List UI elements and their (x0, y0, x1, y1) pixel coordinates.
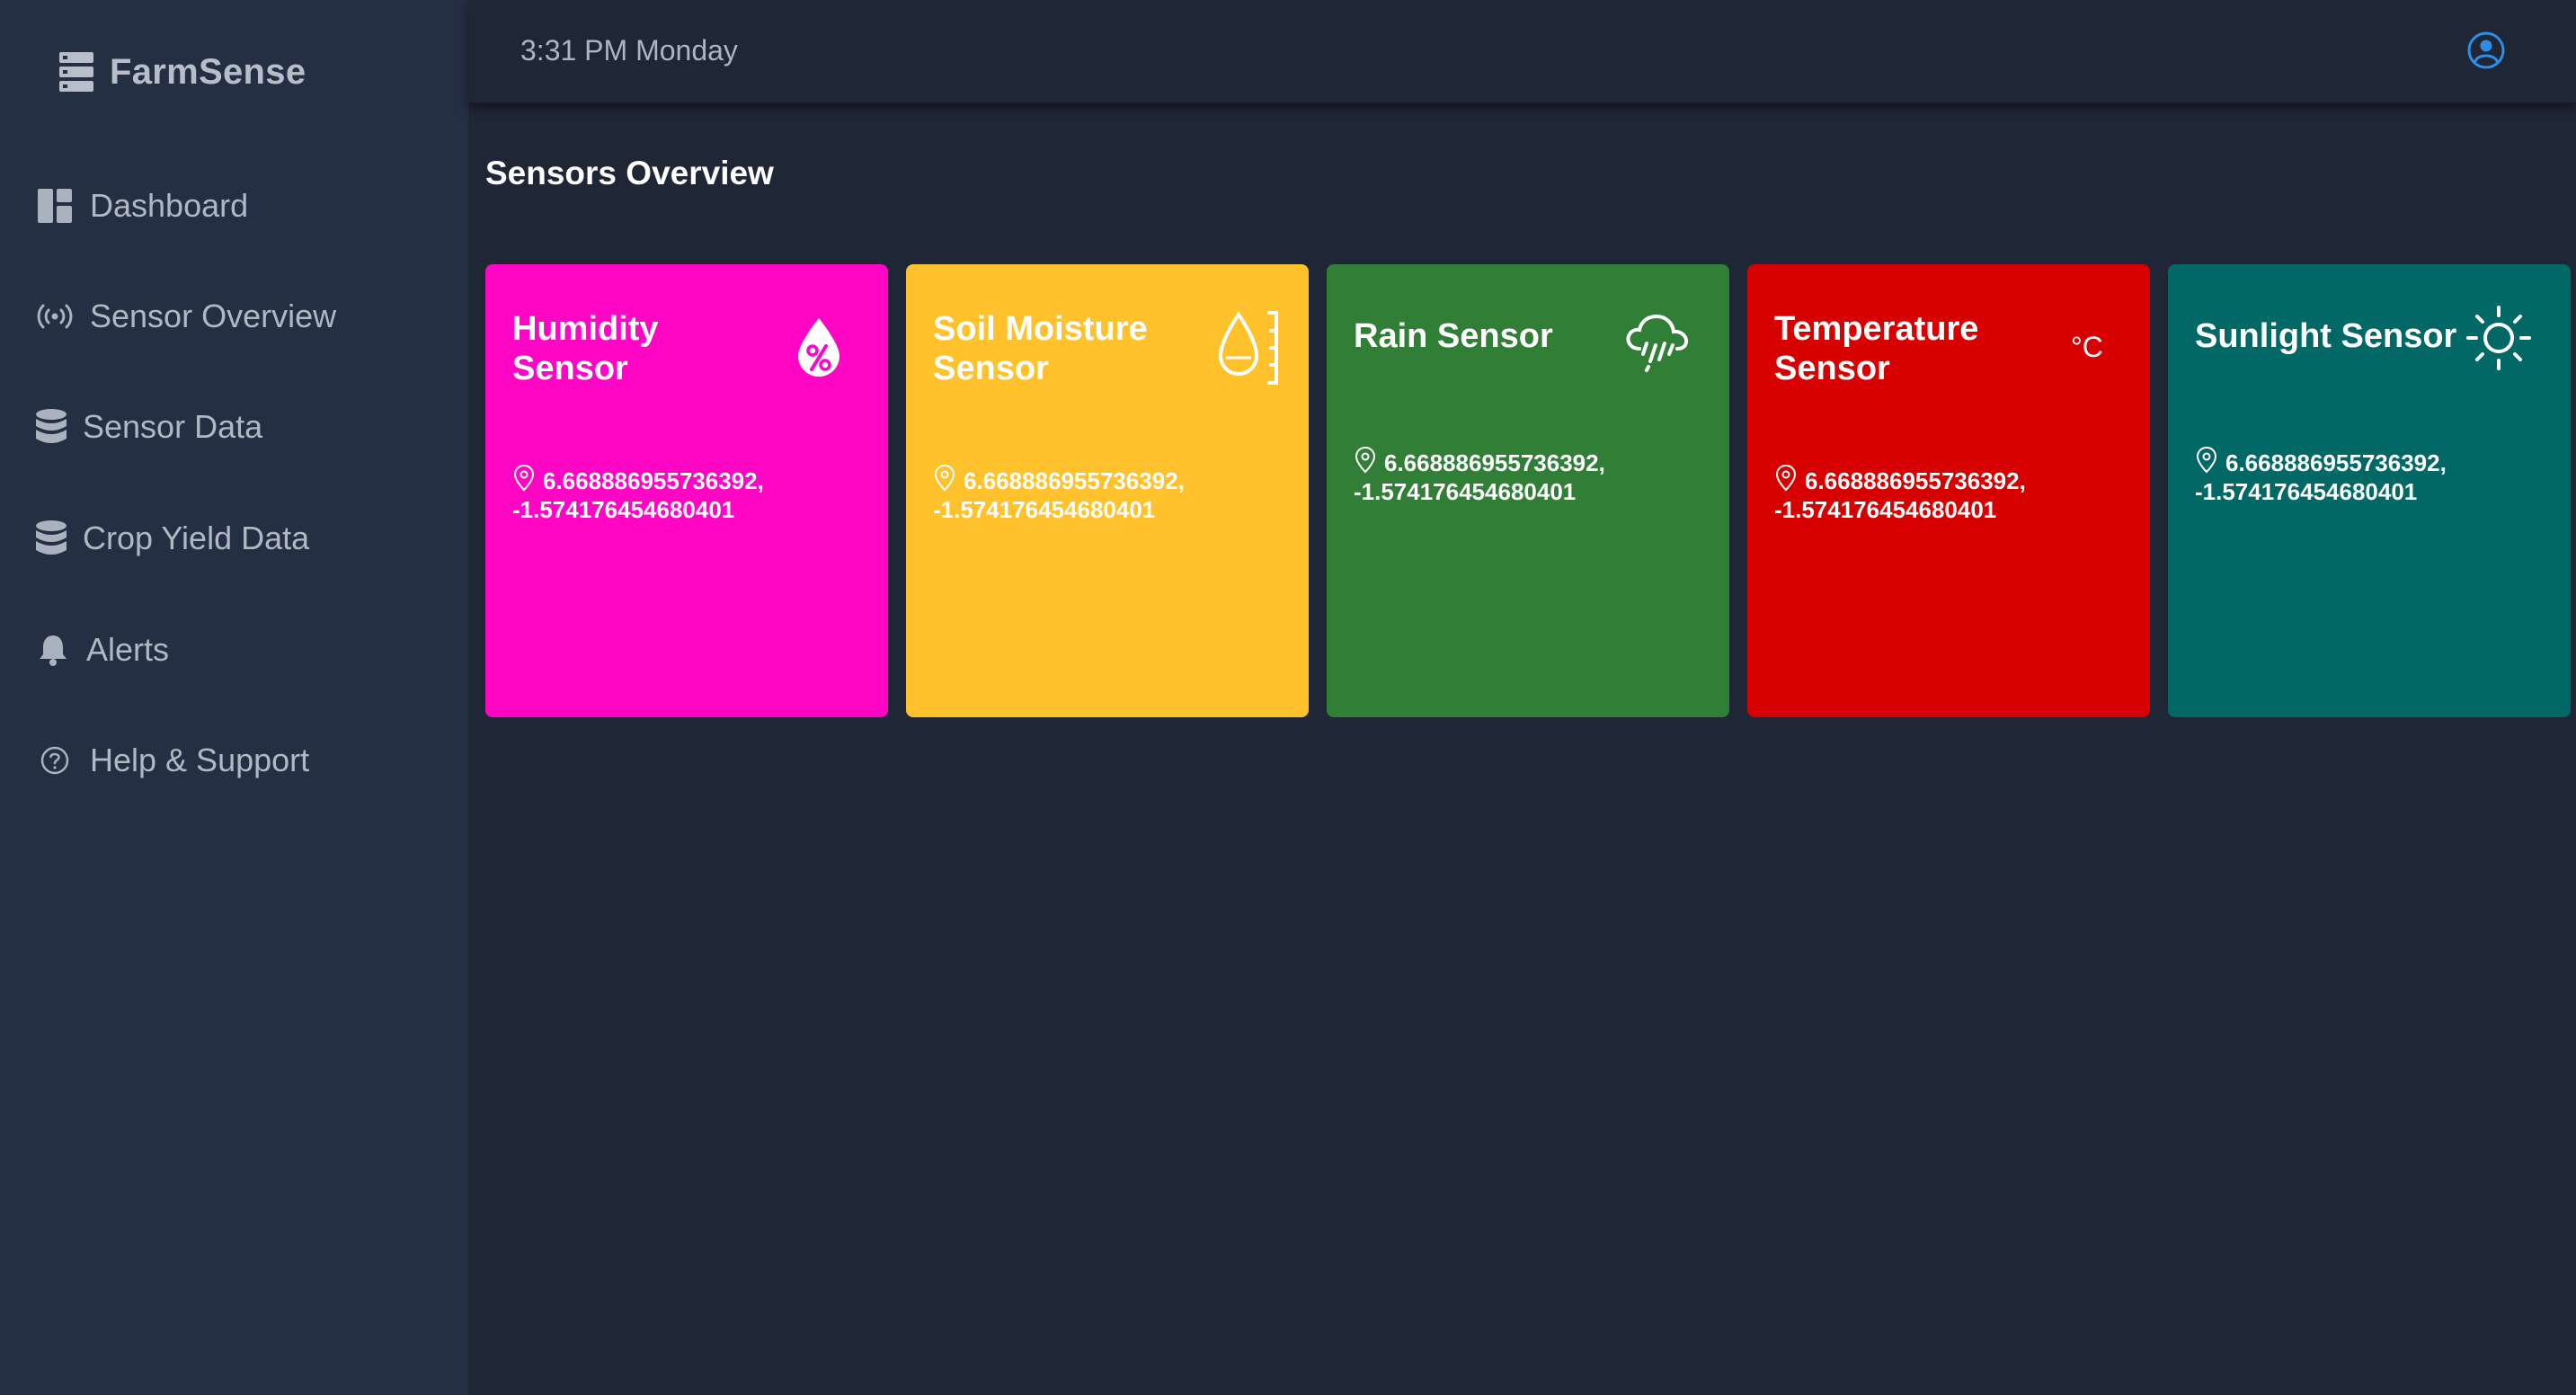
card-title-line: Sensor (933, 350, 1049, 387)
card-title: Temperature Sensor (1774, 309, 1978, 388)
sidebar-item-label: Help & Support (90, 742, 310, 778)
card-coordinates: 6.668886955736392, -1.574176454680401 (512, 464, 764, 524)
card-longitude: -1.574176454680401 (2195, 478, 2418, 505)
card-longitude: -1.574176454680401 (512, 496, 735, 523)
card-title: Soil Moisture Sensor (933, 309, 1148, 388)
topbar: 3:31 PM Monday (468, 0, 2576, 104)
card-latitude: 6.668886955736392, (1805, 467, 2026, 494)
sidebar-item-label: Sensor Overview (90, 298, 337, 334)
card-title-line: Sensor (1774, 350, 1890, 387)
sidebar-item-label: Crop Yield Data (83, 520, 310, 556)
sun-icon (2466, 306, 2531, 370)
sidebar-item-label: Dashboard (90, 187, 249, 224)
card-title-line: Temperature (1774, 310, 1979, 348)
card-title-line: Humidity (512, 310, 659, 348)
app-name: FarmSense (110, 51, 306, 92)
sensor-card-sunlight[interactable]: Sunlight Sensor 6.668886955736392, -1.57… (2168, 264, 2571, 717)
card-longitude: -1.574176454680401 (1774, 496, 1997, 523)
card-latitude: 6.668886955736392, (543, 467, 764, 494)
dashboard-icon (34, 185, 76, 227)
sidebar-item-alerts[interactable]: Alerts (34, 623, 169, 677)
bell-icon (34, 629, 72, 671)
soil-moisture-icon (1218, 311, 1278, 385)
sidebar: FarmSense Dashboard Sensor Overview Sens… (0, 0, 468, 1395)
card-coordinates: 6.668886955736392, -1.574176454680401 (1774, 464, 2026, 524)
help-icon (34, 740, 76, 781)
card-title: Sunlight Sensor (2195, 316, 2456, 356)
humidity-drop-percent-icon (798, 318, 839, 377)
app-root: FarmSense Dashboard Sensor Overview Sens… (0, 0, 2576, 1395)
server-icon (59, 52, 93, 92)
sidebar-item-label: Sensor Data (83, 408, 263, 445)
card-title-line: Sunlight Sensor (2195, 317, 2457, 355)
card-coordinates: 6.668886955736392, -1.574176454680401 (2195, 446, 2447, 506)
card-longitude: -1.574176454680401 (1354, 478, 1577, 505)
location-pin-icon (1355, 446, 1376, 474)
card-title: Humidity Sensor (512, 309, 659, 388)
card-latitude: 6.668886955736392, (964, 467, 1185, 494)
card-latitude: 6.668886955736392, (1384, 449, 1605, 476)
sensor-card-soil-moisture[interactable]: Soil Moisture Sensor 6.668886955736392, … (906, 264, 1309, 717)
sidebar-item-help-support[interactable]: Help & Support (34, 733, 309, 787)
rain-cloud-icon (1626, 314, 1689, 372)
sensor-card-rain[interactable]: Rain Sensor 6.668886955736392, -1.574176… (1327, 264, 1729, 717)
sensor-card-humidity[interactable]: Humidity Sensor 6.668886955736392, -1.57… (485, 264, 888, 717)
database-icon (34, 406, 68, 448)
sidebar-item-label: Alerts (86, 631, 170, 668)
card-coordinates: 6.668886955736392, -1.574176454680401 (933, 464, 1185, 524)
card-title-line: Sensor (512, 350, 628, 387)
sensor-card-temperature[interactable]: Temperature Sensor °C 6.668886955736392,… (1747, 264, 2150, 717)
location-pin-icon (2196, 446, 2217, 474)
card-title-line: Rain Sensor (1354, 317, 1553, 355)
card-coordinates: 6.668886955736392, -1.574176454680401 (1354, 446, 1605, 506)
card-title-line: Soil Moisture (933, 310, 1148, 348)
clock: 3:31 PM Monday (520, 34, 738, 67)
location-pin-icon (513, 464, 535, 492)
user-circle-icon[interactable] (2466, 31, 2506, 70)
location-pin-icon (1775, 464, 1797, 492)
location-pin-icon (934, 464, 955, 492)
brand[interactable]: FarmSense (59, 47, 306, 97)
sidebar-item-sensor-overview[interactable]: Sensor Overview (34, 289, 336, 343)
sidebar-item-crop-yield-data[interactable]: Crop Yield Data (34, 511, 309, 565)
database-icon (34, 518, 68, 559)
sidebar-item-dashboard[interactable]: Dashboard (34, 179, 248, 233)
card-longitude: -1.574176454680401 (933, 496, 1156, 523)
card-latitude: 6.668886955736392, (2225, 449, 2447, 476)
sidebar-item-sensor-data[interactable]: Sensor Data (34, 400, 262, 454)
celsius-icon: °C (2071, 331, 2103, 363)
page-title: Sensors Overview (485, 155, 774, 191)
broadcast-icon (34, 296, 76, 337)
card-title: Rain Sensor (1354, 316, 1553, 356)
